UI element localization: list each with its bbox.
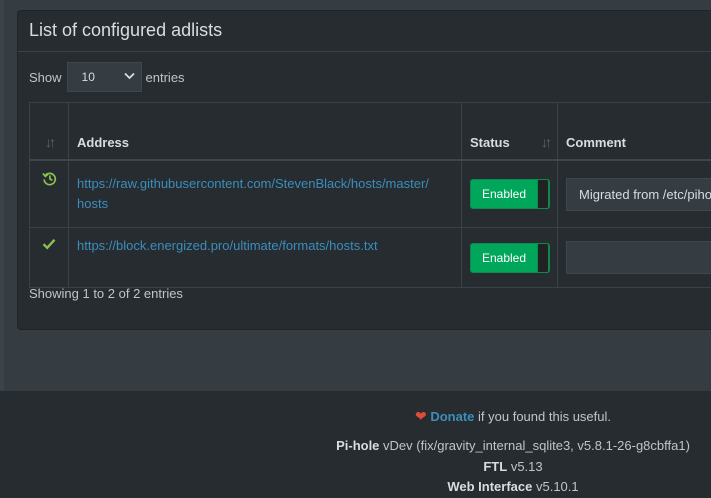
pihole-version[interactable]: vDev (fix/gravity_internal_sqlite3, v5.8…	[383, 438, 690, 453]
status-cell: Enabled	[461, 227, 558, 288]
row-icon-cell	[29, 159, 69, 228]
status-toggle-label: Enabled	[481, 187, 527, 201]
comment-header-label: Comment	[566, 134, 626, 150]
table-header-row: ↓↑ Address Status ↓↑ Comment	[29, 102, 711, 161]
show-label: Show	[29, 69, 62, 85]
box-header: List of configured adlists	[18, 11, 711, 52]
sidebar-edge	[0, 0, 4, 391]
column-header-comment[interactable]: Comment	[557, 102, 711, 161]
chevron-down-icon	[123, 71, 135, 83]
donate-suffix: if you found this useful.	[478, 409, 612, 424]
address-line: https://raw.githubusercontent.com/Steven…	[77, 176, 429, 191]
box-title: List of configured adlists	[29, 20, 223, 40]
ftl-label: FTL	[483, 459, 508, 474]
heart-icon: ❤	[414, 408, 427, 424]
donate-line: ❤ Donate if you found this useful.	[0, 408, 711, 425]
adlists-box: List of configured adlists Show 10 entri…	[17, 10, 711, 330]
web-interface-label: Web Interface	[447, 479, 533, 494]
comment-cell	[557, 227, 711, 288]
adlists-table: ↓↑ Address Status ↓↑ Comment https://raw…	[29, 102, 711, 288]
status-cell: Enabled	[461, 159, 558, 228]
content-area: List of configured adlists Show 10 entri…	[0, 0, 711, 391]
pihole-version-line: Pi-hole vDev (fix/gravity_internal_sqlit…	[0, 438, 711, 453]
address-cell: https://block.energized.pro/ultimate/for…	[68, 227, 462, 288]
address-line: https://block.energized.pro/ultimate/for…	[77, 238, 378, 253]
adlist-address-link[interactable]: https://raw.githubusercontent.com/Steven…	[77, 174, 453, 214]
status-toggle-label: Enabled	[481, 250, 527, 265]
address-header-label: Address	[77, 134, 130, 150]
footer: ❤ Donate if you found this useful. Pi-ho…	[0, 391, 711, 498]
table-row: https://block.energized.pro/ultimate/for…	[29, 227, 711, 288]
donate-link[interactable]: Donate	[430, 409, 474, 424]
page-length-control: Show 10 entries	[29, 62, 185, 92]
status-header-label: Status	[470, 134, 510, 150]
toggle-knob	[537, 242, 549, 273]
sort-icon: ↓↑	[541, 134, 552, 150]
pihole-label: Pi-hole	[336, 438, 380, 453]
address-cell: https://raw.githubusercontent.com/Steven…	[68, 159, 462, 228]
comment-input[interactable]: Migrated from /etc/pihole/adlists.list	[566, 177, 711, 211]
ftl-version-line: FTL v5.13	[0, 459, 711, 474]
table-row: https://raw.githubusercontent.com/Steven…	[29, 159, 711, 228]
check-icon	[42, 238, 56, 253]
ftl-version[interactable]: v5.13	[511, 459, 543, 474]
entries-label: entries	[145, 69, 185, 85]
column-header-status[interactable]: Status ↓↑	[461, 102, 558, 161]
address-line: hosts	[77, 196, 109, 211]
column-header-icon[interactable]: ↓↑	[29, 102, 69, 161]
web-interface-version[interactable]: v5.10.1	[536, 479, 579, 494]
comment-cell: Migrated from /etc/pihole/adlists.list	[557, 159, 711, 228]
column-header-address[interactable]: Address	[68, 102, 462, 161]
comment-input[interactable]	[566, 241, 711, 274]
sort-icon: ↓↑	[45, 134, 56, 150]
status-toggle[interactable]: Enabled	[470, 242, 550, 273]
page-length-select[interactable]: 10	[66, 62, 142, 92]
history-icon	[41, 172, 57, 189]
status-toggle[interactable]: Enabled	[470, 179, 550, 209]
page-length-value: 10	[81, 70, 95, 84]
toggle-knob	[537, 179, 549, 209]
adlist-address-link[interactable]: https://block.energized.pro/ultimate/for…	[77, 236, 453, 256]
table-info: Showing 1 to 2 of 2 entries	[29, 286, 183, 301]
row-icon-cell	[29, 227, 69, 288]
web-version-line: Web Interface v5.10.1	[0, 479, 711, 494]
